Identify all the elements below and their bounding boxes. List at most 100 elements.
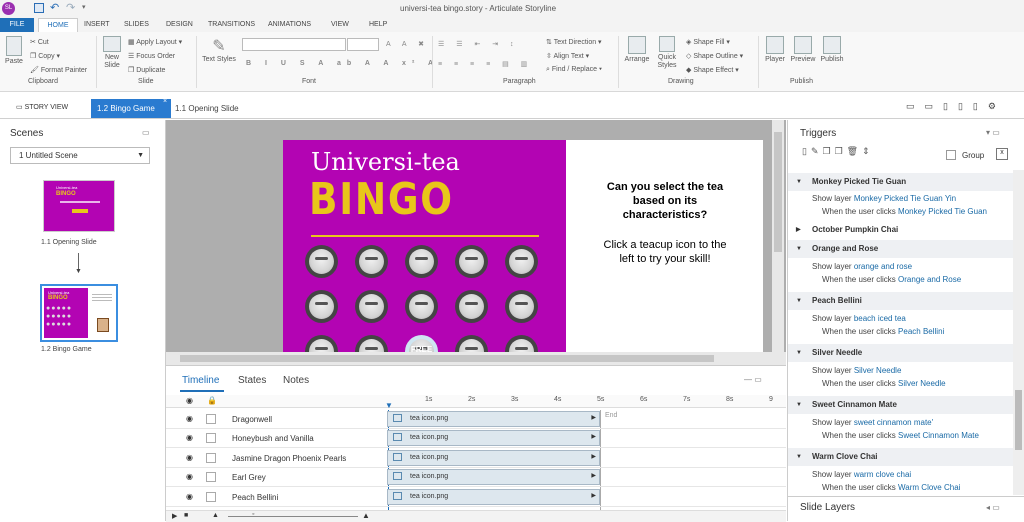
scroll-thumb[interactable] xyxy=(774,132,782,252)
lock-checkbox[interactable] xyxy=(206,491,216,502)
device-preview-icons[interactable]: ▭▭▯▯▯⚙ xyxy=(906,101,1006,112)
trigger-condition[interactable]: When the user clicks Orange and Rose xyxy=(822,275,961,284)
paste-button[interactable]: Paste xyxy=(4,36,24,65)
shape-fill-button[interactable]: ◈ Shape Fill ▾ xyxy=(686,38,730,46)
tab-insert[interactable]: INSERT xyxy=(84,18,110,32)
font-format-buttons[interactable]: B I U S A ab A A x² A xyxy=(246,60,439,67)
slide-thumbnail-selected[interactable]: Universi-tea BINGO ●●●●● ●●●●● ●●●●● xyxy=(40,284,118,342)
publish-button[interactable]: Publish xyxy=(818,36,846,63)
redo-icon[interactable]: ↷ xyxy=(66,1,75,14)
font-size-select[interactable] xyxy=(347,38,379,51)
eye-icon[interactable]: ◉ xyxy=(186,396,193,405)
eye-icon[interactable]: ◉ xyxy=(186,433,193,442)
trigger-group-collapsed[interactable]: ▶ October Pumpkin Chai xyxy=(788,221,1013,239)
trigger-condition[interactable]: When the user clicks Silver Needle xyxy=(822,379,946,388)
tab-home[interactable]: HOME xyxy=(38,18,78,32)
timeline-row[interactable]: ◉ Peach Bellini tea icon.png ▶ xyxy=(166,488,786,507)
stop-icon[interactable]: ■ xyxy=(184,512,188,519)
tab-transitions[interactable]: TRANSITIONS xyxy=(208,18,255,32)
shape-outline-button[interactable]: ◇ Shape Outline ▾ xyxy=(686,52,743,60)
arrange-button[interactable]: Arrange xyxy=(622,36,652,63)
trigger-action[interactable]: Show layer Monkey Picked Tie Guan Yin xyxy=(812,194,956,203)
teacup-button[interactable] xyxy=(505,335,538,352)
list-buttons[interactable]: ☰ ☰ ⇤ ⇥ ↕ xyxy=(438,40,519,48)
playhead[interactable]: ▼ xyxy=(385,401,393,410)
edit-trigger-icon[interactable]: ✎ xyxy=(811,146,823,156)
trigger-group-header[interactable]: ▼ Silver Needle xyxy=(788,344,1013,362)
teacup-button[interactable] xyxy=(305,290,338,323)
close-tab-icon[interactable]: × xyxy=(163,98,167,105)
cut-button[interactable]: ✂ Cut xyxy=(30,38,49,46)
trigger-action[interactable]: Show layer sweet cinnamon mate' xyxy=(812,418,933,427)
tab-timeline[interactable]: Timeline xyxy=(182,375,219,386)
lock-icon[interactable]: 🔒 xyxy=(207,396,217,405)
move-trigger-icon[interactable]: ⇕ xyxy=(862,146,874,156)
lock-checkbox[interactable] xyxy=(206,414,216,424)
trigger-condition[interactable]: When the user clicks Peach Bellini xyxy=(822,327,944,336)
tab-slides[interactable]: SLIDES xyxy=(124,18,149,32)
free-space[interactable]: FREE xyxy=(405,335,438,352)
trigger-condition[interactable]: When the user clicks Monkey Picked Tie G… xyxy=(822,207,987,216)
tab-states[interactable]: States xyxy=(238,375,266,386)
teacup-button[interactable] xyxy=(305,335,338,352)
timeline-row[interactable]: ◉ Earl Grey tea icon.png ▶ xyxy=(166,468,786,488)
zoom-out-icon[interactable]: ▲ xyxy=(212,512,219,519)
player-button[interactable]: Player xyxy=(762,36,788,63)
zoom-slider[interactable] xyxy=(228,516,358,517)
tab-opening-slide[interactable]: 1.1 Opening Slide xyxy=(175,104,239,113)
eye-icon[interactable]: ◉ xyxy=(186,492,193,501)
vertical-scrollbar[interactable] xyxy=(772,120,784,352)
timeline-row[interactable]: ◉ Dragonwell tea icon.png ▶ xyxy=(166,410,786,429)
trigger-group-header[interactable]: ▼ Warm Clove Chai xyxy=(788,448,1013,466)
format-painter-button[interactable]: 🖌 Format Painter xyxy=(30,66,87,74)
trigger-group-header[interactable]: ▼ Sweet Cinnamon Mate xyxy=(788,396,1013,414)
tab-notes[interactable]: Notes xyxy=(283,375,309,386)
teacup-button[interactable] xyxy=(405,290,438,323)
new-slide-button[interactable]: New Slide xyxy=(100,36,124,70)
trigger-action[interactable]: Show layer orange and rose xyxy=(812,262,912,271)
tab-file[interactable]: FILE xyxy=(0,18,34,32)
trigger-group-header[interactable]: ▼ Peach Bellini xyxy=(788,292,1013,310)
undo-icon[interactable]: ↶ xyxy=(50,1,59,14)
teacup-button[interactable] xyxy=(405,245,438,278)
delete-trigger-icon[interactable]: 🗑 xyxy=(847,146,862,156)
find-replace-button[interactable]: ⌕ Find / Replace ▾ xyxy=(546,66,602,74)
preview-button[interactable]: Preview xyxy=(789,36,817,63)
timeline-clip[interactable]: tea icon.png ▶ xyxy=(387,411,600,427)
align-text-button[interactable]: ⇳ Align Text ▾ xyxy=(546,52,589,60)
grow-shrink-buttons[interactable]: A A ✖ xyxy=(386,40,429,48)
eye-icon[interactable]: ◉ xyxy=(186,472,193,481)
timeline-clip[interactable]: tea icon.png ▶ xyxy=(387,430,600,447)
duplicate-button[interactable]: ❐ Duplicate xyxy=(128,66,165,74)
trigger-action[interactable]: Show layer beach iced tea xyxy=(812,314,906,323)
lock-checkbox[interactable] xyxy=(206,452,216,463)
lock-checkbox[interactable] xyxy=(206,433,216,444)
teacup-button[interactable] xyxy=(455,290,488,323)
timeline-row[interactable]: ◉ Jasmine Dragon Phoenix Pearls tea icon.p… xyxy=(166,449,786,468)
tab-view[interactable]: VIEW xyxy=(331,18,349,32)
triggers-window-icons[interactable]: ▾ ▭ xyxy=(986,128,1000,137)
timeline-row[interactable]: ◉ Honeybush and Vanilla tea icon.png ▶ xyxy=(166,429,786,449)
trigger-group-header[interactable]: ▼ Monkey Picked Tie Guan xyxy=(788,173,1013,191)
shape-effect-button[interactable]: ◆ Shape Effect ▾ xyxy=(686,66,739,74)
tab-design[interactable]: DESIGN xyxy=(166,18,193,32)
eye-icon[interactable]: ◉ xyxy=(186,453,193,462)
lock-checkbox[interactable] xyxy=(206,472,216,483)
teacup-button[interactable] xyxy=(455,245,488,278)
teacup-button[interactable] xyxy=(355,290,388,323)
trigger-action[interactable]: Show layer Silver Needle xyxy=(812,366,901,375)
tab-animations[interactable]: ANIMATIONS xyxy=(268,18,311,32)
save-icon[interactable] xyxy=(34,3,44,13)
focus-order-button[interactable]: ☰ Focus Order xyxy=(128,52,175,60)
triggers-scrollbar[interactable] xyxy=(1013,170,1024,495)
text-direction-button[interactable]: ⇅ Text Direction ▾ xyxy=(546,38,602,46)
zoom-slider-thumb[interactable]: ◦ xyxy=(252,511,254,518)
horizontal-scrollbar[interactable] xyxy=(166,352,786,365)
pop-out-icon[interactable]: ▭ xyxy=(142,128,150,137)
story-view-tab[interactable]: ▭ STORY VIEW xyxy=(16,103,68,111)
tab-help[interactable]: HELP xyxy=(369,18,387,32)
triggers-scroll-thumb[interactable] xyxy=(1015,390,1022,450)
copy-button[interactable]: ❐ Copy ▾ xyxy=(30,52,60,60)
tab-bingo-game[interactable]: 1.2 Bingo Game xyxy=(91,99,171,118)
trigger-condition[interactable]: When the user clicks Warm Clove Chai xyxy=(822,483,960,492)
